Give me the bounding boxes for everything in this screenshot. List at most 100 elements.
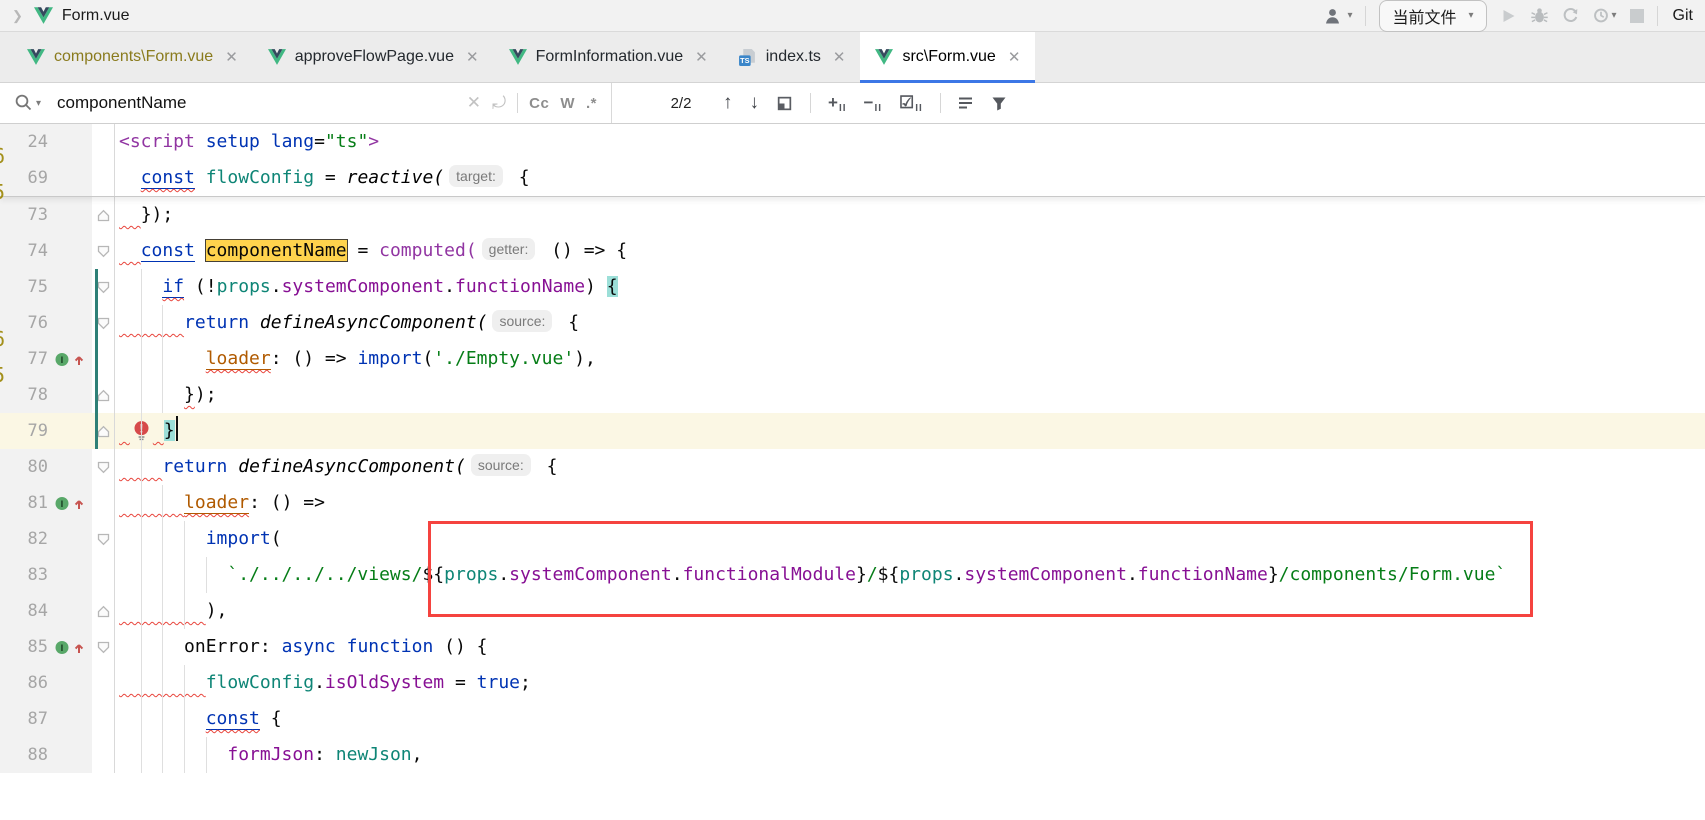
- tab-close-icon[interactable]: ✕: [833, 48, 846, 66]
- code-line-69[interactable]: 69 const flowConfig = reactive(target: {: [0, 160, 1705, 196]
- code-line-73[interactable]: 73 });: [0, 197, 1705, 233]
- tab-forminformation-vue[interactable]: FormInformation.vue✕: [494, 32, 723, 82]
- search-field[interactable]: ▾ componentName ✕ ⤾ Cc W .*: [0, 83, 612, 123]
- code-text[interactable]: });: [115, 377, 1705, 413]
- line-number[interactable]: 74: [0, 233, 48, 269]
- user-profile-button[interactable]: ▾: [1324, 7, 1352, 25]
- line-number[interactable]: 83: [0, 557, 48, 593]
- code-line-79[interactable]: 79 ! }: [0, 413, 1705, 449]
- fold-marker-down-icon[interactable]: [92, 269, 115, 305]
- tab-close-icon[interactable]: ✕: [466, 48, 479, 66]
- code-text[interactable]: loader: () =>: [115, 485, 1705, 521]
- regex-toggle[interactable]: .*: [586, 95, 597, 112]
- line-number[interactable]: 79: [0, 413, 48, 449]
- line-number[interactable]: 81: [0, 485, 48, 521]
- tab-components-form-vue[interactable]: components\Form.vue✕: [12, 32, 253, 82]
- override-marker-icon[interactable]: I: [48, 629, 92, 665]
- code-text[interactable]: return defineAsyncComponent(source: {: [115, 449, 1705, 485]
- select-all-occurrences-icon[interactable]: [776, 95, 793, 112]
- code-line-87[interactable]: 87 const {: [0, 701, 1705, 737]
- run-button[interactable]: [1500, 8, 1517, 24]
- code-text[interactable]: formJson: newJson,: [115, 737, 1705, 773]
- line-number[interactable]: 24: [0, 124, 48, 160]
- search-history-icon[interactable]: ⤾: [492, 93, 506, 113]
- select-occurrences-icon[interactable]: ☑II: [899, 93, 923, 114]
- code-line-78[interactable]: 78 });: [0, 377, 1705, 413]
- fold-marker-down-icon[interactable]: [92, 233, 115, 269]
- line-number[interactable]: 76: [0, 305, 48, 341]
- code-line-88[interactable]: 88 formJson: newJson,: [0, 737, 1705, 773]
- debug-button[interactable]: [1530, 7, 1549, 24]
- run-configuration-select[interactable]: 当前文件 ▾: [1379, 0, 1486, 32]
- coverage-button[interactable]: [1562, 8, 1579, 24]
- tab-close-icon[interactable]: ✕: [695, 48, 708, 66]
- fold-marker-up-icon[interactable]: [92, 377, 115, 413]
- code-line-86[interactable]: 86 flowConfig.isOldSystem = true;: [0, 665, 1705, 701]
- code-text[interactable]: const {: [115, 701, 1705, 737]
- search-input[interactable]: componentName: [57, 93, 456, 113]
- code-text[interactable]: const flowConfig = reactive(target: {: [115, 160, 1705, 196]
- line-number[interactable]: 87: [0, 701, 48, 737]
- clear-search-icon[interactable]: ✕: [467, 93, 481, 113]
- code-editor[interactable]: 24<script setup lang="ts">69 const flowC…: [0, 124, 1705, 820]
- match-case-toggle[interactable]: Cc: [529, 95, 549, 112]
- add-selection-icon[interactable]: +II: [828, 93, 847, 114]
- fold-marker-up-icon[interactable]: [92, 593, 115, 629]
- tab-src-form-vue[interactable]: src\Form.vue✕: [860, 32, 1035, 82]
- fold-column: [92, 160, 115, 196]
- code-text[interactable]: return defineAsyncComponent(source: {: [115, 305, 1705, 341]
- gutter-line-85: 85I: [0, 629, 92, 665]
- line-number[interactable]: 75: [0, 269, 48, 305]
- tab-approveflowpage-vue[interactable]: approveFlowPage.vue✕: [253, 32, 494, 82]
- line-number[interactable]: 77: [0, 341, 48, 377]
- breadcrumb-file-name[interactable]: Form.vue: [62, 7, 130, 25]
- fold-marker-up-icon[interactable]: [92, 197, 115, 233]
- code-line-24[interactable]: 24 <script setup lang="ts">: [0, 124, 1705, 160]
- line-number[interactable]: 86: [0, 665, 48, 701]
- search-icon[interactable]: ▾: [14, 93, 41, 113]
- line-number[interactable]: 88: [0, 737, 48, 773]
- line-number[interactable]: 80: [0, 449, 48, 485]
- tab-close-icon[interactable]: ✕: [1008, 48, 1021, 66]
- code-text[interactable]: const componentName = computed(getter: (…: [115, 233, 1705, 269]
- code-text[interactable]: onError: async function () {: [115, 629, 1705, 665]
- code-line-75[interactable]: 75 if (!props.systemComponent.functionNa…: [0, 269, 1705, 305]
- override-marker-icon[interactable]: I: [48, 341, 92, 377]
- code-text[interactable]: <script setup lang="ts">: [115, 124, 1705, 160]
- whole-words-toggle[interactable]: W: [560, 95, 575, 112]
- line-number[interactable]: 69: [0, 160, 48, 196]
- code-text[interactable]: flowConfig.isOldSystem = true;: [115, 665, 1705, 701]
- code-line-80[interactable]: 80 return defineAsyncComponent(source: {: [0, 449, 1705, 485]
- code-text[interactable]: if (!props.systemComponent.functionName)…: [115, 269, 1705, 305]
- fold-marker-down-icon[interactable]: [92, 521, 115, 557]
- stop-button[interactable]: [1630, 9, 1644, 23]
- code-line-85[interactable]: 85I onError: async function () {: [0, 629, 1705, 665]
- line-number[interactable]: 82: [0, 521, 48, 557]
- previous-match-button[interactable]: ↑: [723, 92, 733, 114]
- line-number[interactable]: 85: [0, 629, 48, 665]
- line-number[interactable]: 84: [0, 593, 48, 629]
- code-text[interactable]: loader: () => import('./Empty.vue'),: [115, 341, 1705, 377]
- line-number[interactable]: 78: [0, 377, 48, 413]
- code-text[interactable]: ! }: [115, 413, 1705, 449]
- search-options-icon[interactable]: [958, 96, 974, 110]
- line-number[interactable]: 73: [0, 197, 48, 233]
- git-menu[interactable]: Git: [1673, 7, 1693, 25]
- next-match-button[interactable]: ↓: [750, 92, 760, 114]
- code-text[interactable]: });: [115, 197, 1705, 233]
- fold-marker-down-icon[interactable]: [92, 449, 115, 485]
- filter-icon[interactable]: [991, 96, 1007, 111]
- profiler-button[interactable]: ▾: [1592, 7, 1617, 24]
- code-line-81[interactable]: 81I loader: () =>: [0, 485, 1705, 521]
- code-line-77[interactable]: 77I loader: () => import('./Empty.vue'),: [0, 341, 1705, 377]
- tab-close-icon[interactable]: ✕: [225, 48, 238, 66]
- fold-marker-down-icon[interactable]: [92, 305, 115, 341]
- override-marker-icon[interactable]: I: [48, 485, 92, 521]
- remove-selection-icon[interactable]: −II: [864, 93, 883, 114]
- fold-marker-up-icon[interactable]: [92, 413, 115, 449]
- code-line-74[interactable]: 74 const componentName = computed(getter…: [0, 233, 1705, 269]
- tab-index-ts[interactable]: TSindex.ts✕: [723, 32, 861, 82]
- fold-marker-down-icon[interactable]: [92, 629, 115, 665]
- code-line-76[interactable]: 76 return defineAsyncComponent(source: {: [0, 305, 1705, 341]
- fold-column: [92, 485, 115, 521]
